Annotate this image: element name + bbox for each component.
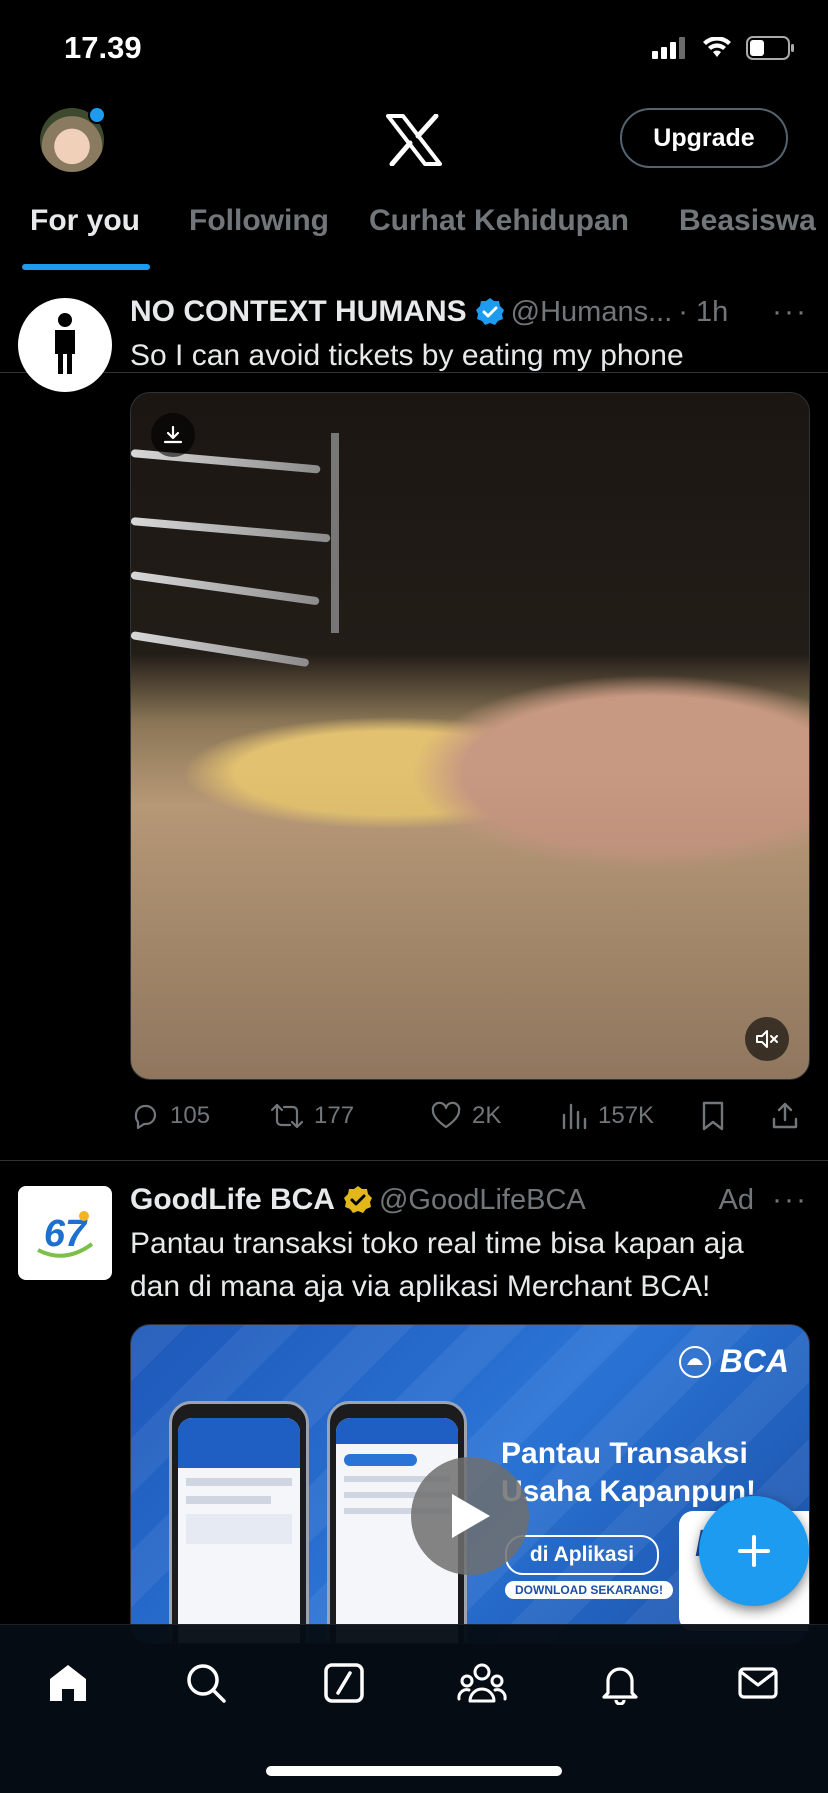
oven-rack-post — [331, 433, 339, 633]
tweet-divider — [0, 1160, 828, 1161]
author-handle[interactable]: @Humans... — [511, 296, 673, 329]
unread-dot — [88, 106, 106, 124]
nav-grok[interactable] — [314, 1653, 374, 1713]
communities-icon — [457, 1663, 507, 1703]
oven-rack — [131, 571, 320, 606]
download-icon — [163, 425, 183, 444]
oven-rack — [131, 517, 331, 543]
ad-app-pill: di Aplikasi — [505, 1535, 659, 1575]
share-icon — [772, 1102, 798, 1129]
author-name[interactable]: NO CONTEXT HUMANS — [130, 295, 467, 329]
status-time: 17.39 — [64, 30, 142, 65]
battery-icon — [746, 36, 794, 60]
bca-emblem-icon — [678, 1345, 711, 1378]
signal-icon — [652, 37, 685, 59]
views-button[interactable]: 157K — [560, 1101, 700, 1131]
reply-icon — [134, 1104, 157, 1130]
tab-curhat-kehidupan[interactable]: Curhat Kehidupan — [369, 204, 629, 238]
views-chart-icon — [562, 1103, 587, 1130]
nav-messages[interactable] — [728, 1653, 788, 1713]
heart-icon — [431, 1101, 461, 1129]
author-handle[interactable]: @GoodLifeBCA — [379, 1184, 586, 1217]
view-count: 157K — [598, 1102, 655, 1129]
tweet-text: So I can avoid tickets by eating my phon… — [130, 339, 684, 372]
ad-download-label: DOWNLOAD SEKARANG! — [505, 1581, 673, 1599]
like-button[interactable]: 2K — [430, 1101, 560, 1131]
tweet-header: NO CONTEXT HUMANS @Humans... · 1h ··· — [130, 292, 808, 332]
muted-speaker-icon — [756, 1030, 778, 1048]
bookmark-icon — [702, 1101, 724, 1131]
tweet-header: GoodLife BCA @GoodLifeBCA Ad ··· — [130, 1180, 808, 1220]
profile-avatar[interactable] — [40, 106, 106, 172]
nav-home[interactable] — [38, 1653, 98, 1713]
oven-rack — [131, 631, 310, 668]
grok-icon — [324, 1663, 364, 1703]
tweet-text-line: Pantau transaksi toko real time bisa kap… — [130, 1227, 744, 1260]
play-button[interactable] — [411, 1457, 529, 1575]
more-options-icon[interactable]: ··· — [772, 1183, 808, 1217]
tweet-actions: 105 177 2K 157K — [130, 1096, 810, 1136]
bca-logo-text: BCA — [719, 1343, 789, 1379]
x-logo-icon — [386, 114, 442, 166]
tab-following[interactable]: Following — [189, 204, 329, 238]
tweet-avatar-no-context-humans[interactable] — [18, 298, 112, 392]
nav-communities[interactable] — [452, 1653, 512, 1713]
nav-notifications[interactable] — [590, 1653, 650, 1713]
wifi-icon — [703, 37, 731, 57]
phone-mockup — [169, 1401, 309, 1643]
repost-count: 177 — [314, 1102, 355, 1129]
verified-gold-badge-icon — [343, 1186, 372, 1213]
ad-label: Ad — [718, 1183, 755, 1216]
timeline-tabs: For you Following Curhat Kehidupan Beasi… — [0, 204, 828, 272]
ad-video[interactable]: BCA Pantau Transaksi Usaha Kapanpun! di — [130, 1324, 810, 1644]
share-button[interactable] — [770, 1101, 810, 1131]
ad-headline: Pantau Transaksi Usaha Kapanpun! — [501, 1437, 757, 1508]
like-count: 2K — [472, 1102, 502, 1129]
nav-search[interactable] — [176, 1653, 236, 1713]
reply-button[interactable]: 105 — [130, 1101, 270, 1131]
repost-button[interactable]: 177 — [270, 1101, 430, 1131]
repost-icon — [270, 1103, 304, 1129]
tweet-video[interactable] — [130, 392, 810, 1080]
tweet-text: Pantau transaksi toko real time bisa kap… — [130, 1222, 808, 1308]
status-bar: 17.39 — [0, 0, 828, 100]
author-name[interactable]: GoodLife BCA — [130, 1183, 335, 1217]
tweet-text-line: dan di mana aja via aplikasi Merchant BC… — [130, 1270, 711, 1303]
tweet-avatar-goodlife-bca[interactable]: 67 — [18, 1186, 112, 1280]
active-tab-indicator — [22, 264, 150, 270]
play-icon — [452, 1494, 490, 1538]
compose-button[interactable] — [699, 1496, 809, 1606]
upgrade-button[interactable]: Upgrade — [620, 108, 788, 168]
tweet-time: · 1h — [678, 295, 729, 328]
search-icon — [187, 1664, 226, 1703]
tab-for-you[interactable]: For you — [30, 204, 140, 238]
home-icon — [50, 1665, 86, 1701]
reply-count: 105 — [170, 1102, 211, 1129]
more-options-icon[interactable]: ··· — [772, 295, 808, 329]
home-indicator — [266, 1766, 562, 1776]
status-icons — [652, 36, 796, 60]
bookmark-button[interactable] — [700, 1100, 770, 1132]
top-header: Upgrade For you Following Curhat Kehidup… — [0, 100, 828, 373]
download-button[interactable] — [151, 413, 195, 457]
tweet[interactable]: NO CONTEXT HUMANS @Humans... · 1h ··· So… — [0, 288, 828, 1158]
bca-logo: BCA — [678, 1343, 789, 1380]
plus-icon — [738, 1535, 770, 1567]
notifications-icon — [602, 1667, 638, 1705]
tab-beasiswa[interactable]: Beasiswa — [679, 204, 816, 238]
mute-button[interactable] — [745, 1017, 789, 1061]
messages-icon — [738, 1667, 778, 1699]
verified-badge-icon — [475, 298, 504, 325]
